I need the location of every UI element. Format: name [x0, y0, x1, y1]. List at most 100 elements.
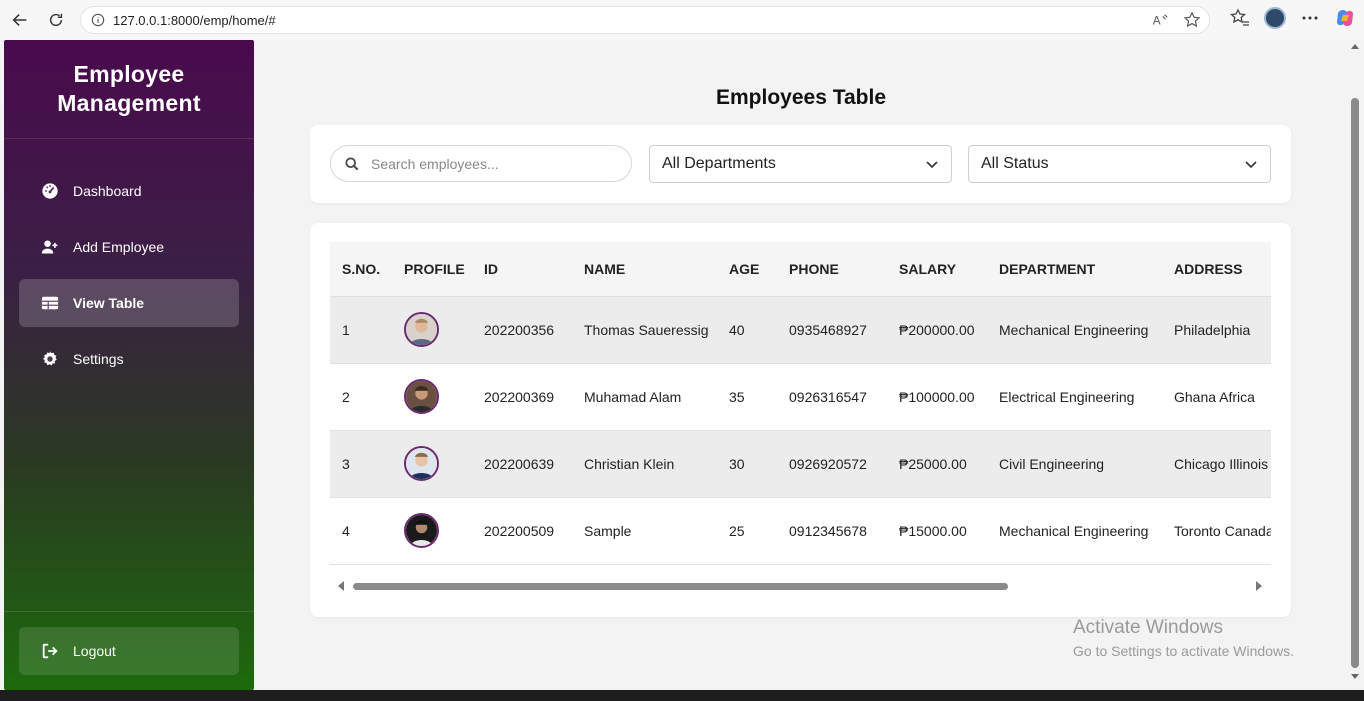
cell-age: 35: [717, 363, 777, 431]
url-text[interactable]: 127.0.0.1:8000/emp/home/#: [113, 13, 276, 28]
sidebar-item-add-employee[interactable]: Add Employee: [19, 223, 239, 271]
address-bar[interactable]: 127.0.0.1:8000/emp/home/# A: [80, 6, 1210, 34]
back-icon[interactable]: [7, 7, 33, 33]
table-header-row: S.NO. PROFILE ID NAME AGE PHONE SALARY D…: [330, 242, 1271, 297]
cell-phone: 0912345678: [777, 497, 887, 565]
sidebar-item-settings[interactable]: Settings: [19, 335, 239, 383]
scroll-left-arrow[interactable]: [338, 581, 344, 591]
scroll-right-arrow[interactable]: [1256, 581, 1262, 591]
cell-sno: 1: [330, 296, 392, 364]
cell-name: Sample: [572, 497, 717, 565]
cell-address: Toronto Canada: [1162, 497, 1271, 565]
table-row[interactable]: 4 202200509 Sample 25 0912345678 ₱15000.…: [330, 497, 1271, 565]
column-header-profile[interactable]: PROFILE: [392, 242, 472, 297]
more-options-icon[interactable]: [1300, 8, 1320, 28]
cell-id: 202200639: [472, 430, 572, 498]
gear-icon: [39, 348, 61, 370]
brand-title: Employee Management: [4, 60, 254, 118]
table-row[interactable]: 2 202200369 Muhamad Alam 35 0926316547 ₱…: [330, 363, 1271, 431]
user-plus-icon: [39, 236, 61, 258]
watermark-title: Activate Windows: [1073, 617, 1223, 638]
chevron-down-icon: [1245, 161, 1257, 169]
copilot-icon[interactable]: [1334, 7, 1356, 29]
avatar[interactable]: [404, 446, 439, 481]
logout-button[interactable]: Logout: [19, 627, 239, 675]
favorites-icon[interactable]: [1230, 8, 1250, 28]
sidebar-item-view-table[interactable]: View Table: [19, 279, 239, 327]
cell-department: Electrical Engineering: [987, 363, 1162, 431]
sidebar: Employee Management Dashboard Add Employ…: [4, 40, 254, 690]
divider: [4, 611, 254, 612]
cell-sno: 3: [330, 430, 392, 498]
scroll-thumb[interactable]: [353, 583, 1008, 590]
sidebar-item-dashboard[interactable]: Dashboard: [19, 167, 239, 215]
sidebar-item-label: Dashboard: [73, 183, 142, 199]
avatar[interactable]: [404, 312, 439, 347]
cell-name: Christian Klein: [572, 430, 717, 498]
column-header-department[interactable]: DEPARTMENT: [987, 242, 1162, 297]
cell-age: 30: [717, 430, 777, 498]
cell-sno: 4: [330, 497, 392, 565]
main-content: Employees Table All Departments All Stat…: [254, 40, 1348, 690]
column-header-age[interactable]: AGE: [717, 242, 777, 297]
watermark-subtitle: Go to Settings to activate Windows.: [1073, 643, 1294, 659]
cell-salary: ₱15000.00: [887, 497, 987, 565]
brand-line-2: Management: [57, 90, 201, 116]
table-icon: [39, 292, 61, 314]
table-scroll-area[interactable]: S.NO. PROFILE ID NAME AGE PHONE SALARY D…: [330, 242, 1271, 568]
cell-name: Thomas Saueressig: [572, 296, 717, 364]
cell-salary: ₱25000.00: [887, 430, 987, 498]
status-select[interactable]: All Status: [968, 145, 1271, 183]
info-icon[interactable]: [91, 13, 105, 27]
avatar[interactable]: [404, 379, 439, 414]
cell-address: Ghana Africa: [1162, 363, 1271, 431]
column-header-sno[interactable]: S.NO.: [330, 242, 392, 297]
scroll-down-arrow[interactable]: [1351, 674, 1359, 679]
cell-profile: [392, 363, 472, 431]
chevron-down-icon: [926, 161, 938, 169]
divider: [4, 138, 254, 139]
cell-age: 40: [717, 296, 777, 364]
employees-table: S.NO. PROFILE ID NAME AGE PHONE SALARY D…: [330, 242, 1271, 565]
table-row[interactable]: 1 202200356 Thomas Saueressig 40 0935468…: [330, 296, 1271, 364]
cell-phone: 0935468927: [777, 296, 887, 364]
cell-age: 25: [717, 497, 777, 565]
table-row[interactable]: 3 202200639 Christian Klein 30 092692057…: [330, 430, 1271, 498]
gauge-icon: [39, 180, 61, 202]
vertical-scrollbar[interactable]: [1348, 40, 1364, 690]
sidebar-item-label: Settings: [73, 351, 124, 367]
column-header-id[interactable]: ID: [472, 242, 572, 297]
sidebar-menu: Dashboard Add Employee View Table Settin…: [19, 167, 239, 391]
cell-address: Chicago Illinois: [1162, 430, 1271, 498]
refresh-icon[interactable]: [43, 7, 69, 33]
scroll-up-arrow[interactable]: [1351, 44, 1359, 49]
favorite-star-icon[interactable]: [1183, 11, 1201, 29]
cell-salary: ₱200000.00: [887, 296, 987, 364]
column-header-phone[interactable]: PHONE: [777, 242, 887, 297]
search-icon: [345, 156, 359, 170]
search-box[interactable]: [330, 145, 632, 182]
profile-avatar[interactable]: [1264, 7, 1286, 29]
page-title-text: Employees Table: [715, 86, 886, 109]
cell-sno: 2: [330, 363, 392, 431]
cell-phone: 0926920572: [777, 430, 887, 498]
horizontal-scrollbar[interactable]: [330, 580, 1271, 592]
department-select[interactable]: All Departments: [649, 145, 952, 183]
column-header-address[interactable]: ADDRESS: [1162, 242, 1271, 297]
sidebar-item-label: Add Employee: [73, 239, 165, 255]
logout-label: Logout: [73, 643, 116, 659]
column-header-salary[interactable]: SALARY: [887, 242, 987, 297]
cell-profile: [392, 497, 472, 565]
vertical-scroll-thumb[interactable]: [1351, 98, 1359, 668]
cell-profile: [392, 430, 472, 498]
sidebar-item-label: View Table: [73, 295, 145, 311]
avatar[interactable]: [404, 513, 439, 548]
search-input[interactable]: [371, 155, 611, 172]
read-aloud-icon[interactable]: A: [1151, 11, 1169, 29]
cell-department: Mechanical Engineering: [987, 497, 1162, 565]
filter-card: All Departments All Status: [310, 125, 1291, 203]
column-header-name[interactable]: NAME: [572, 242, 717, 297]
cell-department: Mechanical Engineering: [987, 296, 1162, 364]
page-title: Employees Table: [254, 86, 1348, 110]
cell-id: 202200369: [472, 363, 572, 431]
